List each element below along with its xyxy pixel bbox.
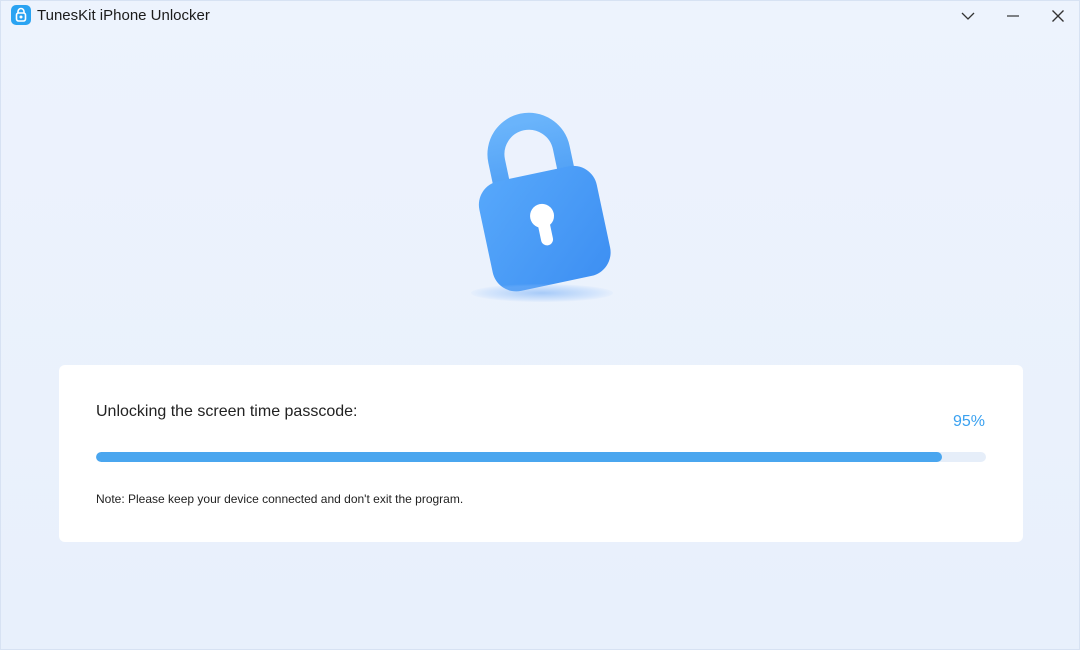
progress-percent: 95% — [952, 413, 985, 430]
close-icon — [1052, 10, 1064, 22]
progress-bar-fill — [96, 452, 942, 462]
padlock-shadow — [471, 284, 613, 302]
minimize-button[interactable] — [991, 1, 1035, 31]
note-text: Note: Please keep your device connected … — [96, 492, 464, 506]
app-title: TunesKit iPhone Unlocker — [37, 7, 210, 24]
menu-dropdown-button[interactable] — [946, 1, 990, 31]
progress-card: Unlocking the screen time passcode: 95% … — [59, 365, 1023, 542]
minimize-icon — [1007, 15, 1019, 17]
title-bar: TunesKit iPhone Unlocker — [1, 1, 1079, 31]
close-button[interactable] — [1036, 1, 1080, 31]
app-logo-icon — [11, 5, 31, 25]
progress-bar — [96, 452, 986, 462]
progress-label: Unlocking the screen time passcode: — [96, 403, 358, 420]
app-window: TunesKit iPhone Unlocker Unlocking the s… — [0, 0, 1080, 650]
chevron-down-icon — [961, 12, 975, 20]
